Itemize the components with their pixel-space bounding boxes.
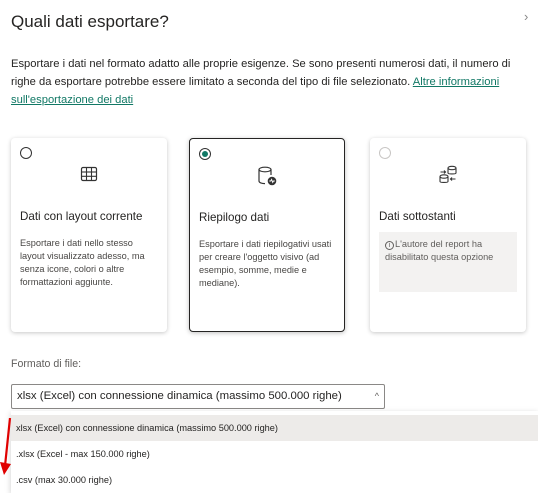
format-option-xlsx[interactable]: .xlsx (Excel - max 150.000 righe) [11, 441, 538, 467]
option-card-current-layout[interactable]: Dati con layout corrente Esportare i dat… [11, 138, 167, 332]
radio-underlying [379, 147, 391, 159]
selected-format: xlsx (Excel) con connessione dinamica (m… [17, 390, 342, 402]
radio-current-layout[interactable] [20, 147, 32, 159]
card-description: Esportare i dati riepilogativi usati per… [199, 239, 332, 288]
chevron-up-icon: ^ [374, 391, 379, 401]
file-format-select[interactable]: xlsx (Excel) con connessione dinamica (m… [11, 384, 385, 409]
info-icon: i [385, 241, 394, 250]
annotation-arrow-icon [0, 418, 12, 475]
disabled-info-box: i L'autore del report ha disabilitato que… [379, 232, 517, 292]
database-summary-icon [256, 165, 278, 192]
radio-summary[interactable] [199, 148, 211, 160]
format-option-csv[interactable]: .csv (max 30.000 righe) [11, 467, 538, 493]
info-text: L'autore del report ha disabilitato ques… [385, 239, 494, 262]
file-format-label: Formato di file: [11, 358, 82, 370]
card-title: Dati con layout corrente [20, 210, 143, 223]
close-icon[interactable]: › [524, 10, 528, 23]
dialog-title: Quali dati esportare? [11, 12, 169, 31]
table-grid-icon [79, 164, 99, 189]
card-description: Esportare i dati nello stesso layout vis… [20, 238, 145, 287]
format-option-xlsx-live[interactable]: xlsx (Excel) con connessione dinamica (m… [11, 415, 538, 441]
card-title: Dati sottostanti [379, 210, 456, 223]
file-format-dropdown: xlsx (Excel) con connessione dinamica (m… [11, 411, 538, 493]
option-card-underlying: Dati sottostanti i L'autore del report ha… [370, 138, 526, 332]
card-title: Riepilogo dati [199, 211, 270, 224]
dialog-description: Esportare i dati nel formato adatto alle… [11, 55, 526, 109]
option-card-summary[interactable]: Riepilogo dati Esportare i dati riepilog… [189, 138, 345, 332]
database-transfer-icon [437, 164, 459, 191]
